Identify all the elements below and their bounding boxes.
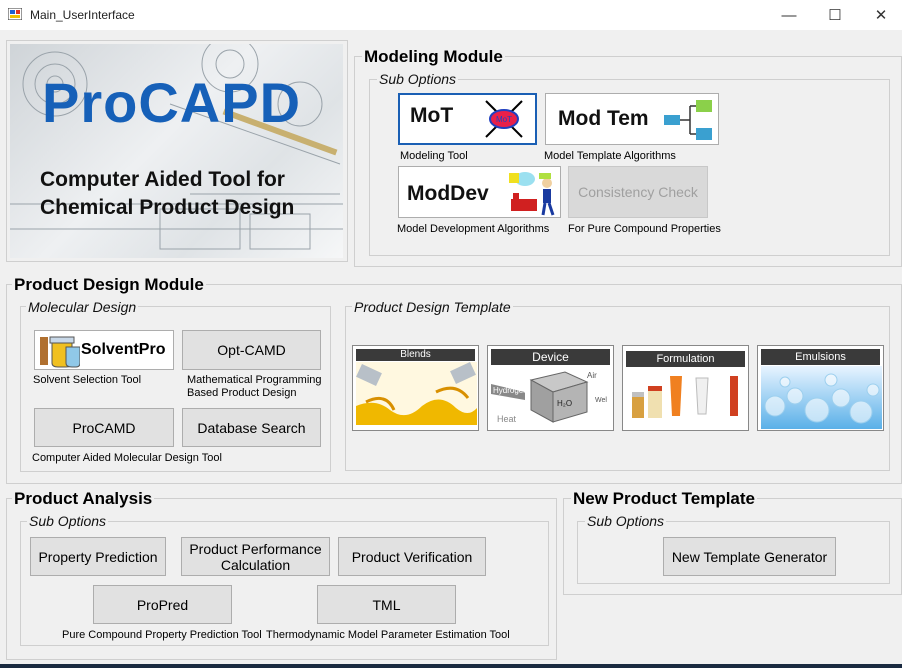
- formulation-image: [626, 368, 747, 430]
- opt-camd-caption-2: Based Product Design: [187, 387, 297, 399]
- propred-caption: Pure Compound Property Prediction Tool: [62, 629, 262, 641]
- device-label: Device: [491, 349, 610, 365]
- blends-image: [356, 362, 477, 425]
- modtem-caption: Model Template Algorithms: [544, 150, 676, 162]
- moddev-caption: Model Development Algorithms: [397, 223, 550, 235]
- device-water: H₂O: [557, 399, 572, 408]
- emulsions-tile[interactable]: Emulsions: [757, 345, 884, 431]
- product-performance-label-1: Product Performance: [189, 540, 322, 557]
- emulsions-label: Emulsions: [761, 349, 880, 365]
- window-bottom-edge: [0, 664, 902, 668]
- formulation-label: Formulation: [626, 351, 745, 367]
- logo-tagline-2: Chemical Product Design: [40, 196, 295, 219]
- moddev-icon: [509, 172, 555, 216]
- app-icon: [8, 8, 22, 20]
- blends-label: Blends: [356, 349, 475, 361]
- modeling-suboptions-title: Sub Options: [377, 71, 459, 87]
- device-w: Wel: [595, 397, 607, 404]
- new-product-template-title: New Product Template: [571, 489, 757, 509]
- product-performance-button[interactable]: Product Performance Calculation: [181, 537, 330, 576]
- opt-camd-caption-1: Mathematical Programming: [187, 374, 322, 386]
- mot-button[interactable]: MoT MoT: [398, 93, 537, 145]
- product-verification-button[interactable]: Product Verification: [338, 537, 486, 576]
- device-image: Hydrogen Heat H₂O Air Wel: [491, 366, 612, 429]
- consistency-check-button[interactable]: Consistency Check: [568, 166, 708, 218]
- emulsions-image: [761, 366, 882, 429]
- formulation-tile[interactable]: Formulation: [622, 345, 749, 431]
- mot-label: MoT: [410, 104, 454, 127]
- product-analysis-title: Product Analysis: [12, 489, 155, 509]
- solventpro-caption: Solvent Selection Tool: [33, 374, 142, 386]
- logo-image: ProCAPD Computer Aided Tool for Chemical…: [10, 44, 343, 258]
- molecular-design-title: Molecular Design: [26, 299, 139, 315]
- maximize-button[interactable]: ☐: [812, 0, 858, 30]
- device-heat: Heat: [497, 414, 517, 424]
- database-search-button[interactable]: Database Search: [182, 408, 321, 447]
- solventpro-label: SolventPro: [81, 341, 166, 358]
- window-title: Main_UserInterface: [30, 8, 135, 22]
- solventpro-icon: [40, 336, 80, 368]
- new-template-generator-button[interactable]: New Template Generator: [663, 537, 836, 576]
- modtem-label: Mod Tem: [558, 107, 649, 130]
- modeling-module-title: Modeling Module: [362, 47, 505, 67]
- analysis-suboptions-title: Sub Options: [27, 513, 109, 529]
- blends-tile[interactable]: Blends: [352, 345, 479, 431]
- procamd-button[interactable]: ProCAMD: [34, 408, 174, 447]
- template-suboptions-title: Sub Options: [585, 513, 667, 529]
- mot-icon: MoT: [485, 100, 523, 138]
- moddev-button[interactable]: ModDev: [398, 166, 561, 218]
- mot-caption: Modeling Tool: [400, 150, 468, 162]
- close-button[interactable]: ✕: [858, 0, 902, 30]
- solventpro-button[interactable]: SolventPro: [34, 330, 174, 370]
- property-prediction-button[interactable]: Property Prediction: [30, 537, 166, 576]
- minimize-button[interactable]: —: [766, 0, 812, 30]
- tml-caption: Thermodynamic Model Parameter Estimation…: [266, 629, 510, 641]
- tml-button[interactable]: TML: [317, 585, 456, 624]
- modtem-icon: [664, 100, 712, 140]
- propred-button[interactable]: ProPred: [93, 585, 232, 624]
- procamd-caption: Computer Aided Molecular Design Tool: [32, 452, 222, 464]
- product-template-title: Product Design Template: [352, 299, 513, 315]
- product-design-title: Product Design Module: [12, 275, 206, 295]
- opt-camd-button[interactable]: Opt-CAMD: [182, 330, 321, 370]
- mot-badge: MoT: [496, 115, 512, 124]
- device-hydrogen: Hydrogen: [493, 386, 528, 395]
- modtem-button[interactable]: Mod Tem: [545, 93, 719, 145]
- consistency-caption: For Pure Compound Properties: [568, 223, 721, 235]
- logo-tagline-1: Computer Aided Tool for: [40, 168, 285, 191]
- logo-brand: ProCAPD: [42, 71, 302, 134]
- device-air: Air: [587, 371, 597, 380]
- device-tile[interactable]: Device Hydrogen Heat H₂O Air Wel: [487, 345, 614, 431]
- moddev-label: ModDev: [407, 182, 489, 205]
- product-performance-label-2: Calculation: [220, 556, 291, 573]
